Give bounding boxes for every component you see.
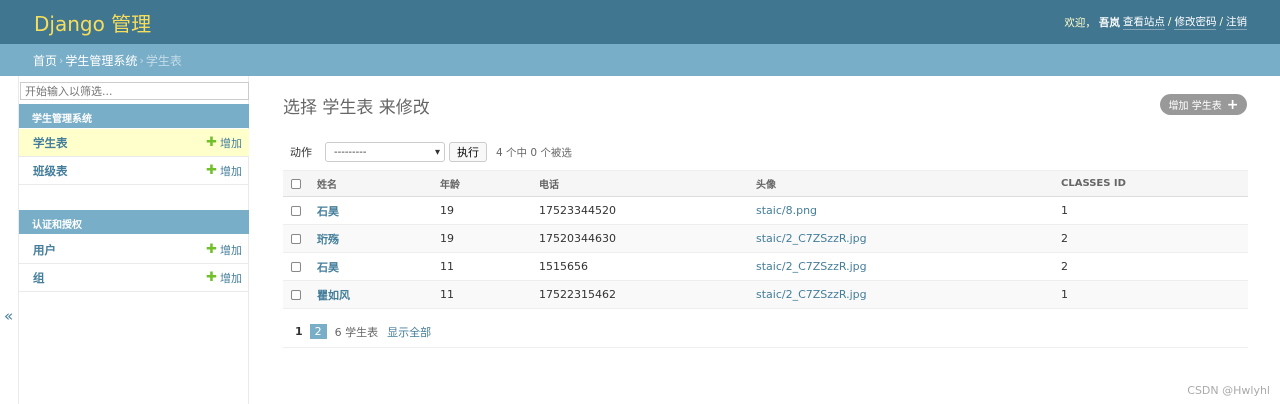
sidebar-item-student-table[interactable]: 学生表 ✚ 增加: [19, 129, 249, 157]
table-row: 石昊 11 1515656 staic/2_C7ZSzzR.jpg 2: [283, 253, 1248, 281]
username: 吾岚: [1098, 16, 1120, 29]
student-name-link[interactable]: 瞿如风: [317, 281, 350, 308]
sidebar-item-groups[interactable]: 组 ✚ 增加: [19, 264, 249, 292]
avatar-link[interactable]: staic/8.png: [756, 197, 817, 224]
row-checkbox[interactable]: [291, 281, 301, 308]
breadcrumb-separator: ›: [59, 53, 64, 67]
row-checkbox[interactable]: [291, 225, 301, 252]
add-label: 增加: [220, 164, 242, 178]
add-class-link[interactable]: ✚ 增加: [206, 163, 242, 179]
row-checkbox[interactable]: [291, 253, 301, 280]
column-header-name[interactable]: 姓名: [317, 171, 337, 196]
action-select-value: ---------: [334, 146, 367, 158]
view-site-link[interactable]: 查看站点: [1122, 14, 1165, 30]
paginator: 1 2 6 学生表 显示全部: [283, 316, 1248, 348]
select-all-checkbox[interactable]: [291, 171, 301, 196]
sidebar-item-label[interactable]: 班级表: [33, 163, 68, 179]
class-id-cell: 2: [1061, 260, 1068, 273]
breadcrumb-separator: ›: [139, 53, 144, 67]
avatar-link[interactable]: staic/2_C7ZSzzR.jpg: [756, 253, 867, 280]
action-select[interactable]: --------- ▾: [325, 142, 445, 162]
age-cell: 11: [440, 288, 454, 301]
class-id-cell: 1: [1061, 204, 1068, 217]
class-id-cell: 2: [1061, 232, 1068, 245]
sidebar-item-class-table[interactable]: 班级表 ✚ 增加: [19, 157, 249, 185]
add-label: 增加: [220, 243, 242, 257]
module-caption-student-system[interactable]: 学生管理系统: [19, 104, 249, 128]
column-header-age[interactable]: 年龄: [440, 171, 460, 196]
student-name-link[interactable]: 石昊: [317, 253, 339, 280]
column-header-avatar[interactable]: 头像: [756, 171, 776, 196]
column-header-class-id[interactable]: CLASSES ID: [1061, 171, 1126, 196]
student-name-link[interactable]: 石昊: [317, 197, 339, 224]
chevron-down-icon: ▾: [434, 146, 440, 158]
phone-cell: 17520344630: [539, 232, 616, 245]
phone-cell: 1515656: [539, 260, 588, 273]
module-caption-auth[interactable]: 认证和授权: [19, 210, 249, 234]
add-user-link[interactable]: ✚ 增加: [206, 242, 242, 258]
separator: /: [1219, 16, 1223, 28]
result-total: 6 学生表: [334, 325, 379, 339]
table-row: 珩殇 19 17520344630 staic/2_C7ZSzzR.jpg 2: [283, 225, 1248, 253]
breadcrumb-current: 学生表: [145, 53, 182, 68]
page-current: 1: [295, 325, 303, 338]
sidebar-item-label[interactable]: 组: [33, 270, 45, 286]
user-tools: 欢迎， 吾岚 查看站点 / 修改密码 / 注销: [1064, 14, 1247, 30]
sidebar-item-label[interactable]: 学生表: [33, 135, 68, 151]
plus-icon: ✚: [206, 242, 217, 257]
column-header-phone[interactable]: 电话: [539, 171, 559, 196]
actions-label: 动作: [290, 146, 312, 159]
student-name-link[interactable]: 珩殇: [317, 225, 339, 252]
row-checkbox[interactable]: [291, 197, 301, 224]
watermark: CSDN @Hwlyhl: [1187, 384, 1270, 397]
phone-cell: 17523344520: [539, 204, 616, 217]
result-table: 姓名 年龄 电话 头像 CLASSES ID 石昊 19 17523344520…: [283, 170, 1248, 309]
actions-bar: 动作 --------- ▾ 执行 4 个中 0 个被选: [283, 141, 1248, 163]
page-title: 选择 学生表 来修改: [283, 98, 430, 118]
logout-link[interactable]: 注销: [1226, 14, 1247, 30]
welcome-text: 欢迎，: [1064, 16, 1096, 29]
avatar-link[interactable]: staic/2_C7ZSzzR.jpg: [756, 281, 867, 308]
phone-cell: 17522315462: [539, 288, 616, 301]
age-cell: 19: [440, 204, 454, 217]
plus-icon: ✚: [206, 163, 217, 178]
breadcrumb: 首页 › 学生管理系统 › 学生表: [0, 44, 1280, 76]
change-password-link[interactable]: 修改密码: [1174, 14, 1217, 30]
run-action-button[interactable]: 执行: [449, 142, 487, 162]
nav-filter-input[interactable]: [20, 82, 249, 100]
plus-icon: ✚: [206, 270, 217, 285]
table-row: 石昊 19 17523344520 staic/8.png 1: [283, 197, 1248, 225]
plus-icon: +: [1226, 96, 1239, 113]
plus-icon: ✚: [206, 135, 217, 150]
show-all-link[interactable]: 显示全部: [387, 324, 431, 340]
age-cell: 19: [440, 232, 454, 245]
add-label: 增加: [220, 136, 242, 150]
site-brand[interactable]: Django 管理: [34, 8, 151, 37]
site-header: Django 管理 欢迎， 吾岚 查看站点 / 修改密码 / 注销: [0, 0, 1280, 44]
sidebar-item-users[interactable]: 用户 ✚ 增加: [19, 236, 249, 264]
add-student-button[interactable]: 增加 学生表 +: [1160, 94, 1247, 115]
add-button-label: 增加 学生表: [1168, 101, 1222, 112]
page-link-2[interactable]: 2: [309, 324, 327, 339]
table-row: 瞿如风 11 17522315462 staic/2_C7ZSzzR.jpg 1: [283, 281, 1248, 309]
avatar-link[interactable]: staic/2_C7ZSzzR.jpg: [756, 225, 867, 252]
add-label: 增加: [220, 271, 242, 285]
table-header-row: 姓名 年龄 电话 头像 CLASSES ID: [283, 170, 1248, 197]
breadcrumb-app[interactable]: 学生管理系统: [65, 52, 137, 69]
separator: /: [1167, 16, 1172, 28]
nav-sidebar: 学生管理系统 学生表 ✚ 增加 班级表 ✚ 增加 认证和授权 用户 ✚ 增加 组…: [18, 76, 249, 404]
collapse-sidebar-icon[interactable]: «: [4, 307, 13, 325]
sidebar-item-label[interactable]: 用户: [33, 242, 56, 258]
age-cell: 11: [440, 260, 454, 273]
selection-counter: 4 个中 0 个被选: [496, 146, 572, 159]
add-student-link[interactable]: ✚ 增加: [206, 135, 242, 151]
class-id-cell: 1: [1061, 288, 1068, 301]
add-group-link[interactable]: ✚ 增加: [206, 270, 242, 286]
breadcrumb-home[interactable]: 首页: [33, 52, 57, 69]
